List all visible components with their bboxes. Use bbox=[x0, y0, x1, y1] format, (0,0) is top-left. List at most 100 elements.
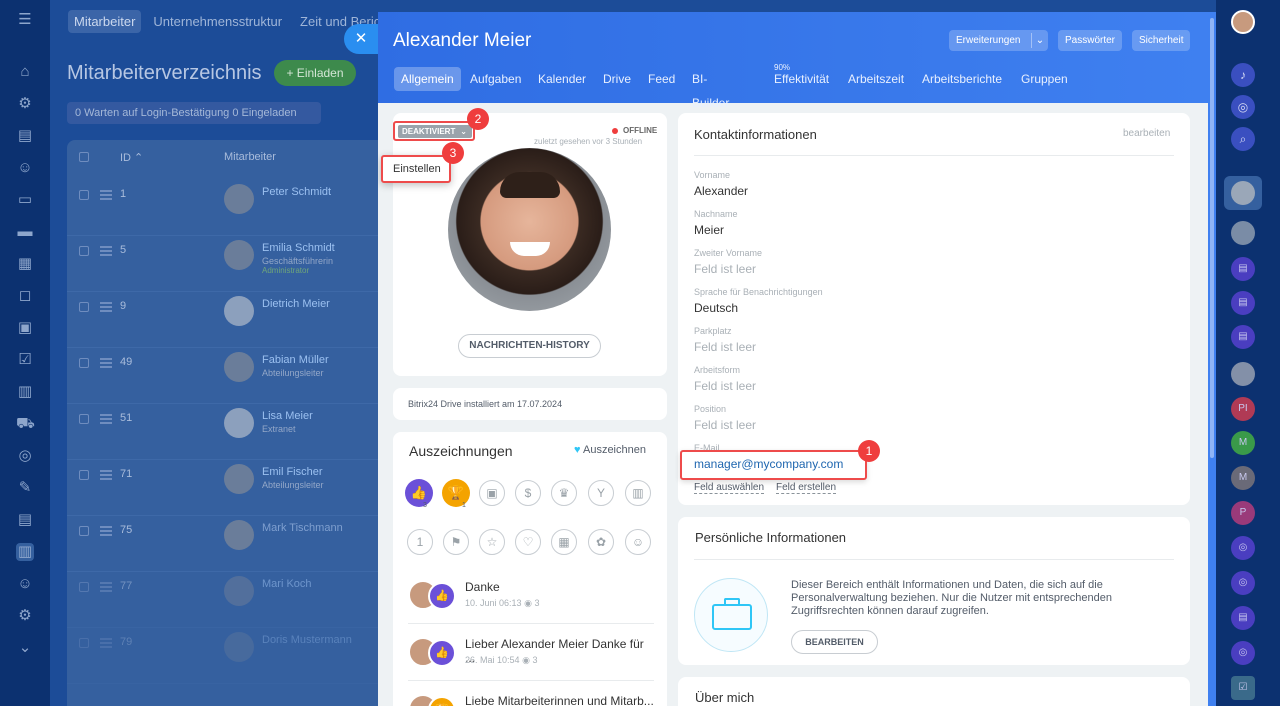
row-menu-icon[interactable] bbox=[100, 358, 112, 360]
row-menu-icon[interactable] bbox=[100, 582, 112, 584]
tab-calendar[interactable]: Kalender bbox=[538, 67, 586, 91]
row-name[interactable]: Mari Koch bbox=[262, 578, 312, 590]
extensions-button[interactable]: Erweiterungen ⌄ bbox=[949, 30, 1048, 51]
select-field-link[interactable]: Feld auswählen bbox=[694, 482, 765, 494]
store-icon[interactable]: ▤ bbox=[16, 511, 34, 529]
row-name[interactable]: Emil Fischer bbox=[262, 466, 323, 478]
beer-icon[interactable]: ▦ bbox=[551, 529, 577, 555]
row-checkbox[interactable] bbox=[79, 358, 89, 368]
chat-avatar[interactable] bbox=[1231, 362, 1255, 386]
chat-icon[interactable]: ◻ bbox=[16, 287, 34, 305]
sign-icon[interactable]: ✎ bbox=[16, 479, 34, 497]
table-row[interactable]: 49 Fabian Müller Abteilungsleiter bbox=[67, 348, 387, 404]
close-icon[interactable]: ✕ bbox=[344, 24, 378, 54]
message-history-button[interactable]: NACHRICHTEN-HISTORY bbox=[458, 334, 601, 358]
chat-pulse-icon[interactable]: ◎ bbox=[1231, 536, 1255, 560]
cocktail-icon[interactable]: Y bbox=[588, 480, 614, 506]
row-name[interactable]: Emilia Schmidt bbox=[262, 242, 335, 254]
menu-icon[interactable]: ☰ bbox=[16, 11, 34, 29]
row-name[interactable]: Doris Mustermann bbox=[262, 634, 352, 646]
user-avatar[interactable] bbox=[1231, 10, 1255, 34]
calendar-icon[interactable]: ▣ bbox=[16, 319, 34, 337]
like-award-icon[interactable]: 👍 bbox=[405, 479, 433, 507]
row-name[interactable]: Peter Schmidt bbox=[262, 186, 331, 198]
feed-icon[interactable]: ⚙ bbox=[16, 95, 34, 113]
tab-general[interactable]: Allgemein bbox=[394, 67, 461, 91]
tab-work-reports[interactable]: Arbeitsberichte bbox=[922, 67, 1002, 91]
tab-worktime[interactable]: Arbeitszeit bbox=[848, 67, 904, 91]
filter-bar[interactable]: 0 Warten auf Login-Bestätigung 0 Eingela… bbox=[67, 102, 321, 124]
nav-employees[interactable]: Mitarbeiter bbox=[68, 10, 142, 33]
row-name[interactable]: Fabian Müller bbox=[262, 354, 329, 366]
row-menu-icon[interactable] bbox=[100, 246, 112, 248]
row-menu-icon[interactable] bbox=[100, 190, 112, 192]
star-icon[interactable]: ☆ bbox=[479, 529, 505, 555]
table-row[interactable]: 79 Doris Mustermann bbox=[67, 628, 387, 684]
row-name[interactable]: Dietrich Meier bbox=[262, 298, 330, 310]
chat-pulse-icon[interactable]: ◎ bbox=[1231, 641, 1255, 665]
checklist-icon[interactable]: ☑ bbox=[1231, 676, 1255, 700]
table-row[interactable]: 51 Lisa Meier Extranet bbox=[67, 404, 387, 460]
field-work-form[interactable]: Feld ist leer bbox=[694, 379, 756, 393]
team-icon[interactable]: ☺ bbox=[16, 575, 34, 593]
row-checkbox[interactable] bbox=[79, 414, 89, 424]
row-menu-icon[interactable] bbox=[100, 470, 112, 472]
table-row[interactable]: 1 Peter Schmidt bbox=[67, 180, 387, 236]
row-checkbox[interactable] bbox=[79, 470, 89, 480]
create-field-link[interactable]: Feld erstellen bbox=[776, 482, 837, 494]
dropdown-item-set[interactable]: Einstellen bbox=[381, 155, 451, 183]
row-name[interactable]: Mark Tischmann bbox=[262, 522, 343, 534]
home-icon[interactable]: ⌂ bbox=[16, 63, 34, 81]
field-parking[interactable]: Feld ist leer bbox=[694, 340, 756, 354]
chat-doc-icon[interactable]: ▤ bbox=[1231, 325, 1255, 349]
tasks-icon[interactable]: ▤ bbox=[16, 127, 34, 145]
chat-pulse-icon[interactable]: ◎ bbox=[1231, 571, 1255, 595]
gift-icon[interactable]: ▣ bbox=[479, 480, 505, 506]
table-row[interactable]: 77 Mari Koch bbox=[67, 572, 387, 628]
chat-initials[interactable]: M bbox=[1231, 466, 1255, 490]
smile-icon[interactable]: ☺ bbox=[625, 529, 651, 555]
avatar[interactable] bbox=[448, 148, 611, 311]
row-checkbox[interactable] bbox=[79, 582, 89, 592]
field-position[interactable]: Feld ist leer bbox=[694, 418, 756, 432]
contact-edit-link[interactable]: bearbeiten bbox=[1123, 128, 1170, 139]
employees-icon[interactable]: ▥ bbox=[16, 543, 34, 561]
chevron-down-icon[interactable]: ⌄ bbox=[1031, 33, 1048, 48]
security-button[interactable]: Sicherheit bbox=[1132, 30, 1191, 51]
chat-initials[interactable]: P bbox=[1231, 501, 1255, 525]
award-item[interactable]: 🏆 Liebe Mitarbeiterinnen und Mitarb... bbox=[408, 692, 654, 706]
field-first-name[interactable]: Alexander bbox=[694, 184, 748, 198]
tab-bi-builder[interactable]: BI-Builder ⌄ bbox=[692, 67, 729, 134]
row-checkbox[interactable] bbox=[79, 526, 89, 536]
row-checkbox[interactable] bbox=[79, 190, 89, 200]
tab-groups[interactable]: Gruppen bbox=[1021, 67, 1068, 91]
more-icon[interactable]: ⌄ bbox=[16, 639, 34, 657]
tab-drive[interactable]: Drive bbox=[603, 67, 631, 91]
passwords-button[interactable]: Passwörter bbox=[1058, 30, 1123, 51]
money-bag-icon[interactable]: $ bbox=[515, 480, 541, 506]
col-id[interactable]: ID ⌃ bbox=[120, 151, 143, 164]
nav-structure[interactable]: Unternehmensstruktur bbox=[147, 10, 288, 33]
row-name[interactable]: Lisa Meier bbox=[262, 410, 313, 422]
cake-icon[interactable]: ▥ bbox=[625, 480, 651, 506]
search-icon[interactable]: ⌕ bbox=[1231, 127, 1255, 151]
pulse-icon[interactable]: ◎ bbox=[1231, 95, 1255, 119]
row-menu-icon[interactable] bbox=[100, 302, 112, 304]
row-menu-icon[interactable] bbox=[100, 526, 112, 528]
flower-icon[interactable]: ✿ bbox=[588, 529, 614, 555]
field-middle-name[interactable]: Feld ist leer bbox=[694, 262, 756, 276]
field-last-name[interactable]: Meier bbox=[694, 223, 724, 237]
panel-scrollbar[interactable] bbox=[1208, 12, 1216, 706]
target-icon[interactable]: ◎ bbox=[16, 447, 34, 465]
personal-edit-button[interactable]: BEARBEITEN bbox=[791, 630, 878, 654]
col-employee[interactable]: Mitarbeiter bbox=[224, 151, 276, 163]
row-checkbox[interactable] bbox=[79, 302, 89, 312]
give-award-link[interactable]: ♥ Auszeichnen bbox=[574, 444, 646, 456]
select-all-checkbox[interactable] bbox=[79, 152, 89, 162]
chat-doc-icon[interactable]: ▤ bbox=[1231, 606, 1255, 630]
bell-icon[interactable]: ♪ bbox=[1231, 63, 1255, 87]
table-row[interactable]: 9 Dietrich Meier bbox=[67, 292, 387, 348]
field-language[interactable]: Deutsch bbox=[694, 301, 738, 315]
table-row[interactable]: 71 Emil Fischer Abteilungsleiter bbox=[67, 460, 387, 516]
tab-feed[interactable]: Feed bbox=[648, 67, 675, 91]
